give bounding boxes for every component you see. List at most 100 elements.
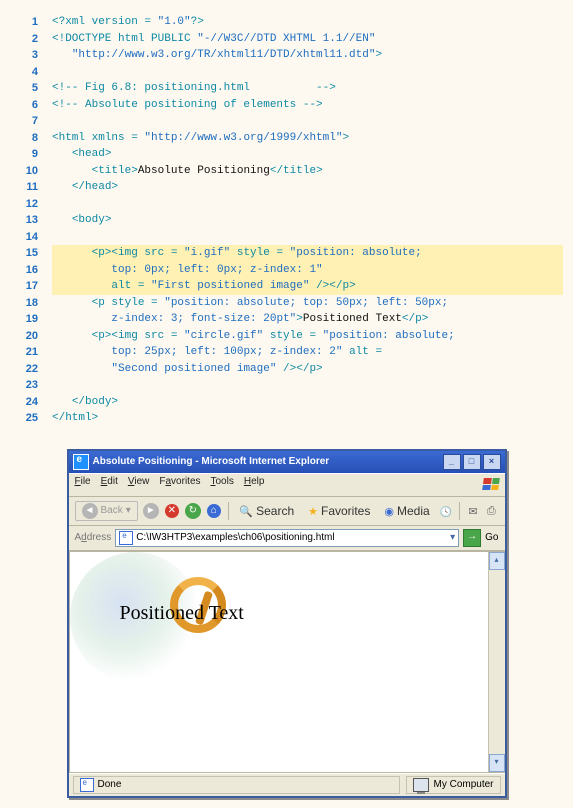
- line-number: 6: [10, 97, 52, 114]
- line-number: 23: [10, 377, 52, 394]
- menu-tools[interactable]: Tools: [211, 476, 234, 494]
- mail-button[interactable]: [466, 500, 480, 522]
- line-number: 1: [10, 14, 52, 31]
- code-content: <p><img src = "circle.gif" style = "posi…: [52, 328, 563, 345]
- minimize-button[interactable]: _: [443, 454, 461, 470]
- refresh-icon: ↻: [185, 503, 201, 519]
- toolbar: ◄ Back ▾ ► ✕ ↻ ⌂ Search Favorites Media: [69, 497, 505, 526]
- address-input[interactable]: C:\IW3HTP3\examples\ch06\positioning.htm…: [115, 529, 459, 547]
- titlebar: Absolute Positioning - Microsoft Interne…: [69, 451, 505, 473]
- line-number: 18: [10, 295, 52, 312]
- scroll-up-button[interactable]: ▴: [489, 552, 505, 570]
- menu-file[interactable]: File: [75, 476, 91, 494]
- star-icon: [308, 504, 318, 518]
- media-icon: [384, 504, 394, 518]
- code-line: 16 top: 0px; left: 0px; z-index: 1": [10, 262, 563, 279]
- line-number: 25: [10, 410, 52, 427]
- computer-icon: [413, 778, 429, 792]
- code-line: 23: [10, 377, 563, 394]
- forward-arrow-icon: ►: [143, 503, 159, 519]
- code-line: 25</html>: [10, 410, 563, 427]
- code-content: <title>Absolute Positioning</title>: [52, 163, 563, 180]
- code-content: [52, 377, 563, 394]
- line-number: 4: [10, 64, 52, 81]
- code-content: [52, 64, 563, 81]
- address-label: Address: [75, 532, 112, 543]
- menu-help[interactable]: Help: [244, 476, 265, 494]
- line-number: 19: [10, 311, 52, 328]
- line-number: 12: [10, 196, 52, 213]
- search-button[interactable]: Search: [234, 500, 299, 522]
- maximize-button[interactable]: □: [463, 454, 481, 470]
- status-done: Done: [73, 776, 401, 794]
- code-line: 10 <title>Absolute Positioning</title>: [10, 163, 563, 180]
- code-line: 3 "http://www.w3.org/TR/xhtml11/DTD/xhtm…: [10, 47, 563, 64]
- history-icon: [440, 504, 452, 518]
- stop-button[interactable]: ✕: [164, 500, 180, 522]
- print-icon: [487, 503, 496, 518]
- print-button[interactable]: [484, 500, 498, 522]
- statusbar: Done My Computer: [69, 773, 505, 796]
- code-content: [52, 196, 563, 213]
- code-line: 18 <p style = "position: absolute; top: …: [10, 295, 563, 312]
- address-value: C:\IW3HTP3\examples\ch06\positioning.htm…: [136, 532, 334, 543]
- code-listing: 1<?xml version = "1.0"?>2<!DOCTYPE html …: [10, 10, 563, 431]
- code-content: </head>: [52, 179, 563, 196]
- code-content: <?xml version = "1.0"?>: [52, 14, 563, 31]
- chevron-down-icon[interactable]: ▾: [450, 532, 455, 543]
- code-content: alt = "First positioned image" /></p>: [52, 278, 563, 295]
- code-line: 9 <head>: [10, 146, 563, 163]
- go-label: Go: [485, 532, 498, 543]
- code-content: [52, 229, 563, 246]
- line-number: 9: [10, 146, 52, 163]
- forward-button[interactable]: ►: [142, 500, 160, 522]
- close-button[interactable]: ×: [483, 454, 501, 470]
- ie-icon: [73, 454, 89, 470]
- code-line: 1<?xml version = "1.0"?>: [10, 14, 563, 31]
- menu-favorites[interactable]: Favorites: [159, 476, 200, 494]
- line-number: 20: [10, 328, 52, 345]
- code-content: <!DOCTYPE html PUBLIC "-//W3C//DTD XHTML…: [52, 31, 563, 48]
- code-line: 20 <p><img src = "circle.gif" style = "p…: [10, 328, 563, 345]
- code-line: 24 </body>: [10, 394, 563, 411]
- line-number: 5: [10, 80, 52, 97]
- scroll-down-button[interactable]: ▾: [489, 754, 505, 772]
- vertical-scrollbar[interactable]: ▴ ▾: [488, 552, 505, 772]
- chevron-down-icon: ▾: [126, 505, 131, 516]
- code-line: 17 alt = "First positioned image" /></p>: [10, 278, 563, 295]
- line-number: 7: [10, 113, 52, 130]
- code-content: </body>: [52, 394, 563, 411]
- back-arrow-icon: ◄: [82, 503, 98, 519]
- code-line: 21 top: 25px; left: 100px; z-index: 2" a…: [10, 344, 563, 361]
- code-line: 22 "Second positioned image" /></p>: [10, 361, 563, 378]
- home-button[interactable]: ⌂: [206, 500, 222, 522]
- code-content: <body>: [52, 212, 563, 229]
- positioned-text: Positioned Text: [120, 602, 244, 625]
- code-content: top: 0px; left: 0px; z-index: 1": [52, 262, 563, 279]
- back-button[interactable]: ◄ Back ▾: [75, 501, 138, 521]
- line-number: 14: [10, 229, 52, 246]
- favorites-button[interactable]: Favorites: [303, 500, 375, 522]
- line-number: 24: [10, 394, 52, 411]
- refresh-button[interactable]: ↻: [184, 500, 202, 522]
- menu-view[interactable]: View: [128, 476, 150, 494]
- line-number: 3: [10, 47, 52, 64]
- menubar: File Edit View Favorites Tools Help: [69, 473, 505, 497]
- code-content: "Second positioned image" /></p>: [52, 361, 563, 378]
- line-number: 22: [10, 361, 52, 378]
- code-line: 11 </head>: [10, 179, 563, 196]
- code-content: [52, 113, 563, 130]
- code-line: 5<!-- Fig 6.8: positioning.html -->: [10, 80, 563, 97]
- home-icon: ⌂: [207, 504, 221, 518]
- code-line: 4: [10, 64, 563, 81]
- go-button[interactable]: →: [463, 529, 481, 547]
- code-line: 19 z-index: 3; font-size: 20pt">Position…: [10, 311, 563, 328]
- history-button[interactable]: [439, 500, 453, 522]
- media-button[interactable]: Media: [379, 500, 434, 522]
- code-line: 13 <body>: [10, 212, 563, 229]
- menu-edit[interactable]: Edit: [101, 476, 118, 494]
- code-line: 8<html xmlns = "http://www.w3.org/1999/x…: [10, 130, 563, 147]
- line-number: 8: [10, 130, 52, 147]
- code-content: z-index: 3; font-size: 20pt">Positioned …: [52, 311, 563, 328]
- code-content: <!-- Absolute positioning of elements --…: [52, 97, 563, 114]
